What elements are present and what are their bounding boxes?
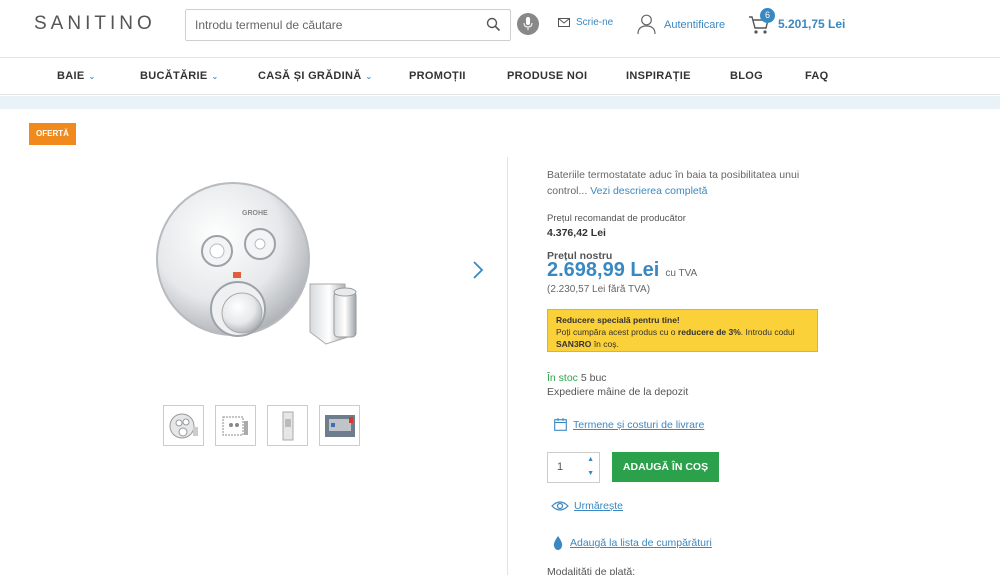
recommended-price-label: Prețul recomandat de producător xyxy=(547,213,686,224)
payment-methods-label: Modalități de plată: xyxy=(547,566,636,575)
recommended-price: 4.376,42 Lei xyxy=(547,227,606,239)
thumbnail-2[interactable] xyxy=(215,405,256,446)
quantity-increase-icon[interactable]: ▲ xyxy=(587,456,594,463)
login-link[interactable]: Autentificare xyxy=(637,14,725,35)
chevron-down-icon: ⌄ xyxy=(88,72,96,81)
thermostat-shower-image: GROHE xyxy=(156,182,357,345)
promo-title: Reducere specială pentru tine! xyxy=(556,315,680,325)
nav-label: FAQ xyxy=(805,70,829,82)
next-image-arrow[interactable] xyxy=(470,260,486,285)
quantity-value[interactable]: 1 xyxy=(557,461,563,473)
thumbnail-4[interactable] xyxy=(319,405,360,446)
follow-link[interactable]: Urmărește xyxy=(551,500,623,512)
breadcrumb-band xyxy=(0,96,1000,109)
site-logo[interactable]: SANITINO xyxy=(34,13,156,35)
nav-item-inspiratie[interactable]: INSPIRAȚIE xyxy=(626,70,691,82)
promo-code: SAN3RO xyxy=(556,339,592,349)
nav-item-bucatarie[interactable]: BUCĂTĂRIE ⌄ xyxy=(140,70,219,82)
write-us-link[interactable]: Scrie-ne xyxy=(558,17,613,28)
product-main-image[interactable]: GROHE xyxy=(150,172,380,362)
our-price-row: 2.698,99 Lei cu TVA xyxy=(547,259,697,282)
nav-item-baie[interactable]: BAIE ⌄ xyxy=(57,70,96,82)
offer-badge: OFERTĂ xyxy=(29,123,76,145)
nav-item-faq[interactable]: FAQ xyxy=(805,70,829,82)
quantity-decrease-icon[interactable]: ▼ xyxy=(587,470,594,477)
column-divider xyxy=(507,157,508,575)
cart-button[interactable]: 6 5.201,75 Lei xyxy=(748,8,846,35)
svg-text:GROHE: GROHE xyxy=(242,210,268,217)
microphone-icon[interactable] xyxy=(517,13,539,35)
nav-label: BUCĂTĂRIE xyxy=(140,70,208,82)
mail-icon xyxy=(558,18,570,27)
search-icon[interactable] xyxy=(486,17,501,37)
follow-label: Urmărește xyxy=(574,500,624,512)
cart-count-badge: 6 xyxy=(760,8,775,23)
write-us-label: Scrie-ne xyxy=(576,17,614,28)
chevron-right-icon xyxy=(473,261,484,279)
shipping-info: Expediere mâine de la depozit xyxy=(547,386,689,398)
promo-box: Reducere specială pentru tine! Poți cump… xyxy=(547,309,818,352)
thumbnail-1[interactable] xyxy=(163,405,204,446)
search-box xyxy=(185,9,511,41)
nav-label: CASĂ ȘI GRĂDINĂ xyxy=(258,70,362,82)
promo-text-3: în coș. xyxy=(593,339,619,349)
nav-label: BLOG xyxy=(730,70,763,82)
promo-text-2: . Introdu codul xyxy=(740,327,795,337)
price-without-tva: (2.230,57 Lei fără TVA) xyxy=(547,284,651,295)
add-to-cart-button[interactable]: ADAUGĂ ÎN COȘ xyxy=(612,452,719,482)
quantity-stepper[interactable]: 1 ▲ ▼ xyxy=(547,452,600,483)
user-icon xyxy=(637,14,656,35)
nav-label: PRODUSE NOI xyxy=(507,70,588,82)
add-to-list-link[interactable]: Adaugă la lista de cumpărături xyxy=(553,536,712,550)
stock-status: În stoc 5 buc xyxy=(547,372,607,384)
chevron-down-icon: ⌄ xyxy=(365,72,373,81)
login-label: Autentificare xyxy=(664,18,726,31)
add-to-list-label: Adaugă la lista de cumpărături xyxy=(570,537,712,549)
thumbnail-3[interactable] xyxy=(267,405,308,446)
main-navigation: BAIE ⌄ BUCĂTĂRIE ⌄ CASĂ ȘI GRĂDINĂ ⌄ PROMOȚ… xyxy=(0,59,1000,95)
our-price: 2.698,99 Lei xyxy=(547,259,660,281)
cart-icon-wrap: 6 xyxy=(748,8,775,35)
nav-item-casa-si-gradina[interactable]: CASĂ ȘI GRĂDINĂ ⌄ xyxy=(258,70,373,82)
nav-label: BAIE xyxy=(57,70,85,82)
search-input[interactable] xyxy=(186,10,466,40)
calendar-icon xyxy=(554,418,567,431)
nav-item-blog[interactable]: BLOG xyxy=(730,70,763,82)
site-header: SANITINO Scrie-ne Autentificare 6 5.201,… xyxy=(0,0,1000,58)
tva-label: cu TVA xyxy=(665,268,698,279)
product-description: Bateriile termostatate aduc în baia ta p… xyxy=(547,167,817,199)
cart-total: 5.201,75 Lei xyxy=(778,17,846,31)
stock-quantity: 5 buc xyxy=(580,372,607,384)
eye-icon xyxy=(551,501,569,511)
chevron-down-icon: ⌄ xyxy=(211,72,219,81)
delivery-terms-link[interactable]: Termene și costuri de livrare xyxy=(554,418,704,431)
nav-item-produse-noi[interactable]: PRODUSE NOI xyxy=(507,70,587,82)
in-stock-label: În stoc xyxy=(547,372,578,384)
promo-discount: reducere de 3% xyxy=(677,327,741,337)
nav-label: INSPIRAȚIE xyxy=(626,70,691,82)
thumbnail-strip xyxy=(163,405,360,446)
drop-icon xyxy=(553,536,563,550)
nav-label: PROMOȚII xyxy=(409,70,466,82)
nav-item-promotii[interactable]: PROMOȚII xyxy=(409,70,466,82)
delivery-terms-label: Termene și costuri de livrare xyxy=(573,418,705,431)
promo-text-1: Poți cumpăra acest produs cu o xyxy=(556,327,676,337)
description-more-link[interactable]: Vezi descrierea completă xyxy=(590,185,707,197)
